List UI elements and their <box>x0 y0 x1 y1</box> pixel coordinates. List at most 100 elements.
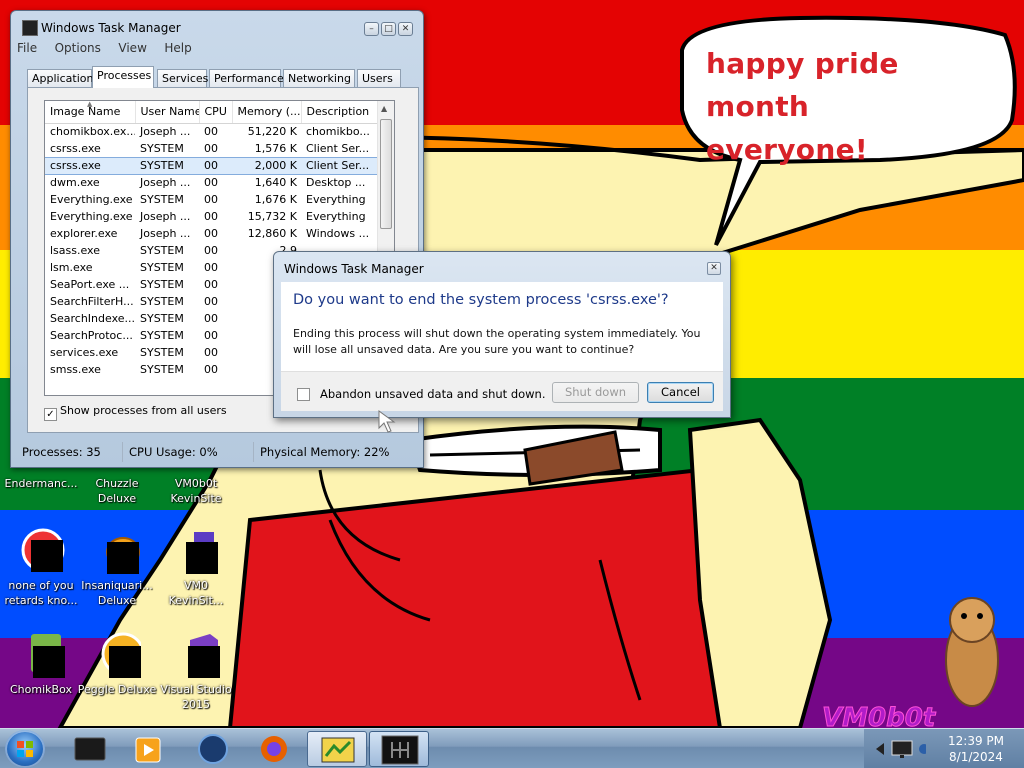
taskbar-window[interactable] <box>369 731 429 767</box>
desktop-icon-label: VM0b0t KevinSite <box>170 477 222 505</box>
taskbar-clock[interactable]: 12:39 PM 8/1/2024 <box>936 733 1016 765</box>
abandon-data-label[interactable]: Abandon unsaved data and shut down. <box>320 387 546 401</box>
shut-down-button[interactable]: Shut down <box>552 382 639 403</box>
cell-user-name: SYSTEM <box>140 261 184 274</box>
sort-ascending-icon: ▲ <box>87 101 93 108</box>
cell-image-name: chomikbox.ex... <box>50 125 135 139</box>
desktop-icon-visual-studio[interactable]: Visual Studio 2015 <box>155 632 237 712</box>
taskbar-browser-globe[interactable] <box>183 731 243 767</box>
process-row[interactable]: csrss.exe SYSTEM 00 1,576 K Client Ser... <box>45 140 378 157</box>
dialog-heading: Do you want to end the system process 'c… <box>293 292 669 308</box>
cell-description: Windows ... <box>306 227 370 240</box>
end-process-dialog[interactable]: Windows Task Manager ✕ Do you want to en… <box>273 251 731 418</box>
cell-memory: 2,000 K <box>232 156 301 175</box>
svg-text:VM0b0t: VM0b0t <box>822 703 937 728</box>
show-all-processes-checkbox[interactable]: ✓ Show processes from all users <box>44 404 227 421</box>
column-header-memory[interactable]: Memory (... <box>232 101 302 124</box>
window-title: Windows Task Manager <box>41 21 181 35</box>
taskbar-media-player[interactable] <box>118 731 178 767</box>
abandon-data-checkbox[interactable] <box>297 388 310 401</box>
menu-help[interactable]: Help <box>164 41 191 55</box>
terminal-icon <box>74 737 106 761</box>
cell-image-name: explorer.exe <box>50 227 118 240</box>
volume-icon <box>919 744 926 754</box>
speech-bubble-line-2: everyone! <box>706 133 868 166</box>
cell-cpu: 00 <box>204 261 218 274</box>
dialog-close-button[interactable]: ✕ <box>707 262 721 275</box>
cell-image-name: csrss.exe <box>45 156 135 175</box>
mouse-cursor-icon <box>378 410 396 433</box>
visual-studio-icon <box>172 632 220 680</box>
process-row[interactable]: Everything.exe SYSTEM 00 1,676 K Everything <box>45 191 378 208</box>
desktop-icon-label: Chuzzle Deluxe <box>95 477 139 505</box>
desktop-icon-label: none of you retards kno... <box>4 579 78 607</box>
cell-cpu: 00 <box>204 125 218 139</box>
process-row[interactable]: csrss.exe SYSTEM 00 2,000 K Client Ser... <box>45 156 378 175</box>
desktop-icon-none-of-you[interactable]: none of you retards kno... <box>0 528 82 608</box>
column-header-image-name[interactable]: ▲ Image Name <box>45 101 136 124</box>
taskbar-terminal[interactable] <box>60 731 120 767</box>
column-header-description[interactable]: Description <box>301 101 379 124</box>
minimize-button[interactable]: – <box>364 22 379 36</box>
start-orb[interactable] <box>5 730 45 768</box>
process-row[interactable]: explorer.exe Joseph ... 00 12,860 K Windows … <box>45 225 378 242</box>
menu-file[interactable]: File <box>17 41 37 55</box>
scrollbar-thumb[interactable] <box>380 119 392 229</box>
cell-user-name: SYSTEM <box>140 329 184 342</box>
cell-image-name: SearchFilterH... <box>50 295 134 308</box>
dialog-title: Windows Task Manager <box>284 262 424 276</box>
menu-view[interactable]: View <box>118 41 146 55</box>
cell-description: chomikbo... <box>306 125 370 139</box>
column-header-label: User Name <box>140 105 199 119</box>
cell-cpu: 00 <box>204 363 218 376</box>
cell-user-name: SYSTEM <box>135 156 199 175</box>
desktop-icon-vm0b0t-kevinsite[interactable]: VM0b0t KevinSite <box>155 474 237 506</box>
desktop-icon-label: Visual Studio 2015 <box>160 683 232 711</box>
tab-applications[interactable]: Applications <box>27 69 99 87</box>
cell-user-name: Joseph ... <box>140 125 191 139</box>
checkbox-checked-icon[interactable]: ✓ <box>44 408 57 421</box>
cell-image-name: csrss.exe <box>50 141 101 155</box>
process-row[interactable]: Everything.exe Joseph ... 00 15,732 K Everyt… <box>45 208 378 225</box>
close-button[interactable]: ✕ <box>398 22 413 36</box>
desktop-icon-vm0-kevinsite[interactable]: VM0 KevinSit... <box>155 528 237 608</box>
cell-cpu: 00 <box>204 193 218 206</box>
process-row[interactable]: dwm.exe Joseph ... 00 1,640 K Desktop ... <box>45 174 378 191</box>
process-row[interactable]: chomikbox.ex... Joseph ... 00 51,220 K chomi… <box>45 123 378 140</box>
show-hidden-icons-icon <box>876 743 884 755</box>
dialog-message: Ending this process will shut down the o… <box>293 327 701 356</box>
column-header-cpu[interactable]: CPU <box>199 101 233 124</box>
taskbar: 12:39 PM 8/1/2024 <box>0 728 1024 768</box>
tab-services[interactable]: Services <box>157 69 208 87</box>
desktop-icon-peggle[interactable]: Peggle Deluxe <box>76 632 158 697</box>
taskbar-firefox[interactable] <box>244 731 304 767</box>
insaniquarium-icon <box>93 528 141 576</box>
dialog-body: Do you want to end the system process 'c… <box>281 282 723 371</box>
cell-user-name: SYSTEM <box>140 312 184 325</box>
desktop-icon-chomikbox[interactable]: ChomikBox <box>0 632 82 697</box>
tab-networking[interactable]: Networking <box>283 69 355 87</box>
taskbar-task-manager[interactable] <box>307 731 367 767</box>
tab-performance[interactable]: Performance <box>209 69 284 87</box>
tab-users[interactable]: Users <box>357 69 401 87</box>
show-all-processes-label: Show processes from all users <box>60 404 227 417</box>
firefox-icon <box>261 736 287 762</box>
cell-memory: 1,576 K <box>254 141 297 155</box>
cell-description: Everything <box>306 210 366 223</box>
desktop-icon-chuzzle[interactable]: Chuzzle Deluxe <box>76 474 158 506</box>
cell-user-name: SYSTEM <box>140 363 184 376</box>
cell-image-name: lsass.exe <box>50 244 100 257</box>
scroll-up-icon[interactable]: ▲ <box>381 104 387 113</box>
tab-processes[interactable]: Processes <box>92 66 154 88</box>
maximize-button[interactable]: □ <box>381 22 396 36</box>
app-icon <box>17 528 65 576</box>
cell-image-name: services.exe <box>50 346 119 359</box>
column-header-user-name[interactable]: User Name <box>135 101 200 124</box>
menu-options[interactable]: Options <box>55 41 101 55</box>
desktop-icon-endermanch[interactable]: Endermanc... <box>0 474 82 491</box>
desktop-icon-insaniquarium[interactable]: Insaniquari... Deluxe <box>76 528 158 608</box>
cancel-button[interactable]: Cancel <box>647 382 714 403</box>
network-icon <box>891 740 913 756</box>
cell-memory: 12,860 K <box>247 227 297 240</box>
cell-user-name: SYSTEM <box>140 278 184 291</box>
